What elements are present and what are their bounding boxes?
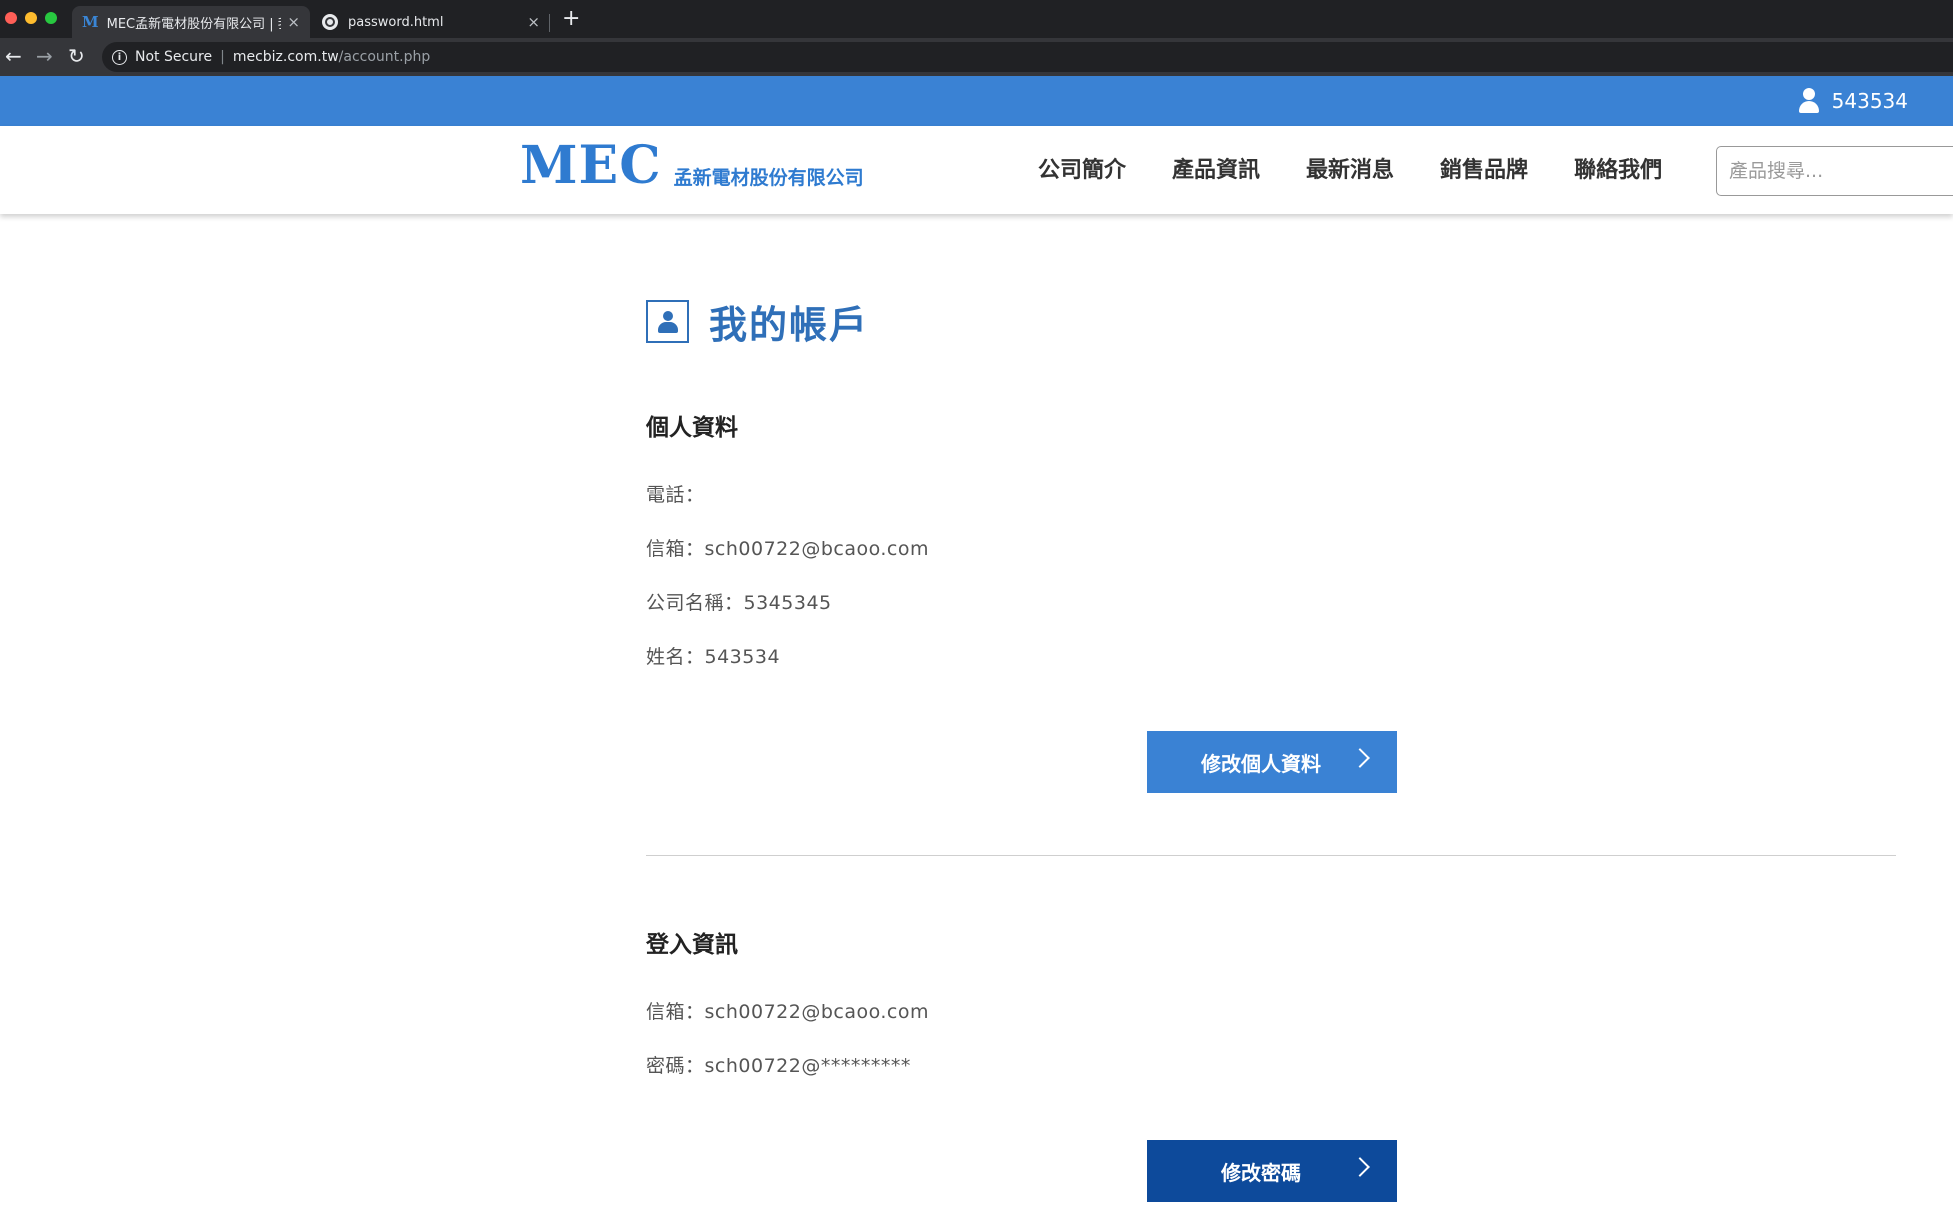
chevron-right-icon — [1350, 748, 1370, 768]
logo-company-name: 孟新電材股份有限公司 — [673, 167, 864, 189]
close-tab-icon[interactable]: × — [527, 13, 540, 31]
user-account-link[interactable]: 543534 — [1798, 76, 1908, 126]
nav-item-contact[interactable]: 聯絡我們 — [1574, 152, 1662, 184]
close-window-button[interactable] — [5, 12, 17, 24]
info-icon[interactable]: i — [112, 49, 127, 65]
nav-item-brands[interactable]: 銷售品牌 — [1440, 152, 1528, 184]
reload-icon[interactable]: ↻ — [68, 44, 85, 68]
user-icon — [1798, 88, 1820, 114]
nav-item-products[interactable]: 產品資訊 — [1172, 152, 1260, 184]
tab-title: MEC孟新電材股份有限公司 | 我 — [106, 16, 282, 32]
forward-arrow-icon[interactable]: → — [36, 44, 53, 68]
email-field: 信箱：sch00722@bcaoo.com — [646, 538, 930, 560]
password-field: 密碼：sch00722@********* — [646, 1055, 911, 1077]
url-host: mecbiz.com.tw — [232, 49, 339, 65]
phone-field: 電話： — [646, 484, 705, 506]
tab-title: password.html — [348, 14, 444, 30]
site-top-bar: 543534 — [0, 76, 1953, 126]
page-title: 我的帳戶 — [646, 294, 869, 349]
omnibox-separator: | — [220, 49, 225, 65]
account-icon — [646, 300, 689, 343]
tab-mec-account[interactable]: M MEC孟新電材股份有限公司 | 我 × — [72, 6, 310, 38]
edit-profile-button[interactable]: 修改個人資料 — [1147, 731, 1397, 793]
username: 543534 — [1831, 89, 1908, 113]
tab-password-html[interactable]: password.html × — [312, 6, 550, 38]
url-path: /account.php — [338, 49, 431, 65]
mec-favicon-icon: M — [82, 13, 99, 31]
security-status: Not Secure — [135, 49, 213, 65]
personal-info-heading: 個人資料 — [646, 415, 738, 441]
chevron-right-icon — [1350, 1157, 1370, 1177]
tab-separator — [549, 14, 550, 32]
login-info-heading: 登入資訊 — [646, 932, 738, 958]
address-bar[interactable]: i Not Secure | mecbiz.com.tw /account.ph… — [102, 42, 1953, 72]
change-password-button[interactable]: 修改密碼 — [1147, 1140, 1397, 1202]
nav-item-news[interactable]: 最新消息 — [1306, 152, 1394, 184]
logo-mark: MEC — [520, 135, 662, 196]
product-search-input[interactable] — [1716, 146, 1953, 196]
new-tab-button[interactable]: + — [562, 6, 580, 31]
login-email-field: 信箱：sch00722@bcaoo.com — [646, 1001, 930, 1023]
site-header: MEC 孟新電材股份有限公司 公司簡介 產品資訊 最新消息 銷售品牌 聯絡我們 — [0, 126, 1953, 214]
browser-toolbar: ← → ↻ i Not Secure | mecbiz.com.tw /acco… — [0, 38, 1953, 76]
main-nav: 公司簡介 產品資訊 最新消息 銷售品牌 聯絡我們 — [1038, 152, 1708, 184]
section-divider — [646, 855, 1896, 856]
close-tab-icon[interactable]: × — [287, 13, 300, 31]
maximize-window-button[interactable] — [45, 12, 57, 24]
browser-tab-strip: M MEC孟新電材股份有限公司 | 我 × password.html × + — [0, 0, 1953, 38]
edit-profile-label: 修改個人資料 — [1201, 751, 1321, 776]
minimize-window-button[interactable] — [25, 12, 37, 24]
change-password-label: 修改密碼 — [1221, 1160, 1301, 1185]
nav-item-about[interactable]: 公司簡介 — [1038, 152, 1126, 184]
page-title-text: 我的帳戶 — [709, 303, 870, 347]
company-name-field: 公司名稱：5345345 — [646, 592, 832, 614]
globe-icon — [322, 14, 338, 30]
back-arrow-icon[interactable]: ← — [5, 44, 22, 68]
name-field: 姓名：543534 — [646, 646, 781, 668]
site-logo[interactable]: MEC 孟新電材股份有限公司 — [520, 140, 864, 192]
